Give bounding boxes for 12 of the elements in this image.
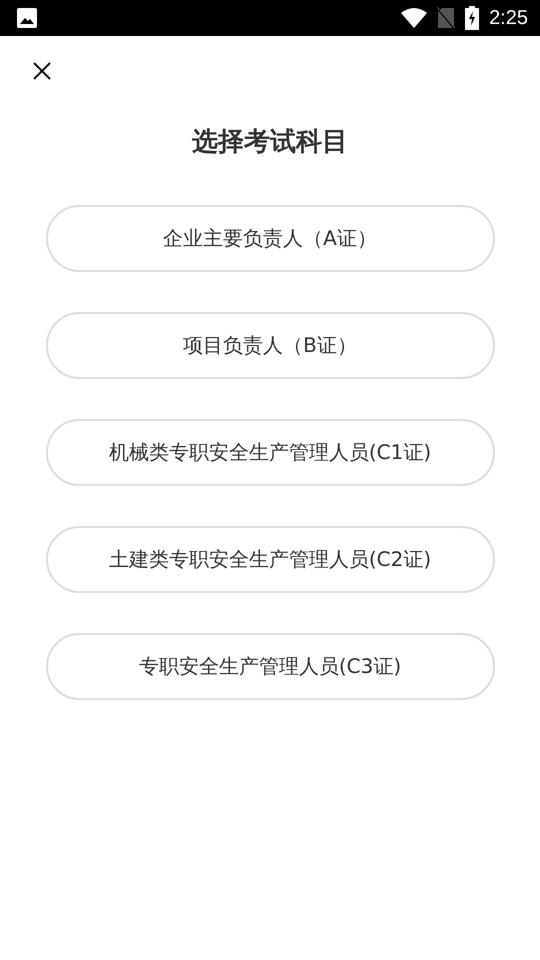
exam-option-button[interactable]: 土建类专职安全生产管理人员(C2证): [46, 526, 494, 593]
exam-option-button[interactable]: 机械类专职安全生产管理人员(C1证): [46, 419, 494, 486]
page-title: 选择考试科目: [191, 126, 349, 158]
exam-option-button[interactable]: 专职安全生产管理人员(C3证): [46, 633, 494, 700]
exam-option-button[interactable]: 项目负责人（B证）: [46, 312, 494, 379]
exam-option-button[interactable]: 企业主要负责人（A证）: [46, 205, 494, 272]
status-time: 2:25: [489, 6, 528, 30]
image-icon: [17, 8, 37, 28]
close-icon[interactable]: [32, 61, 52, 81]
battery-charging-icon: [465, 6, 480, 30]
wifi-icon: [401, 8, 428, 28]
no-sim-icon: [437, 7, 456, 29]
